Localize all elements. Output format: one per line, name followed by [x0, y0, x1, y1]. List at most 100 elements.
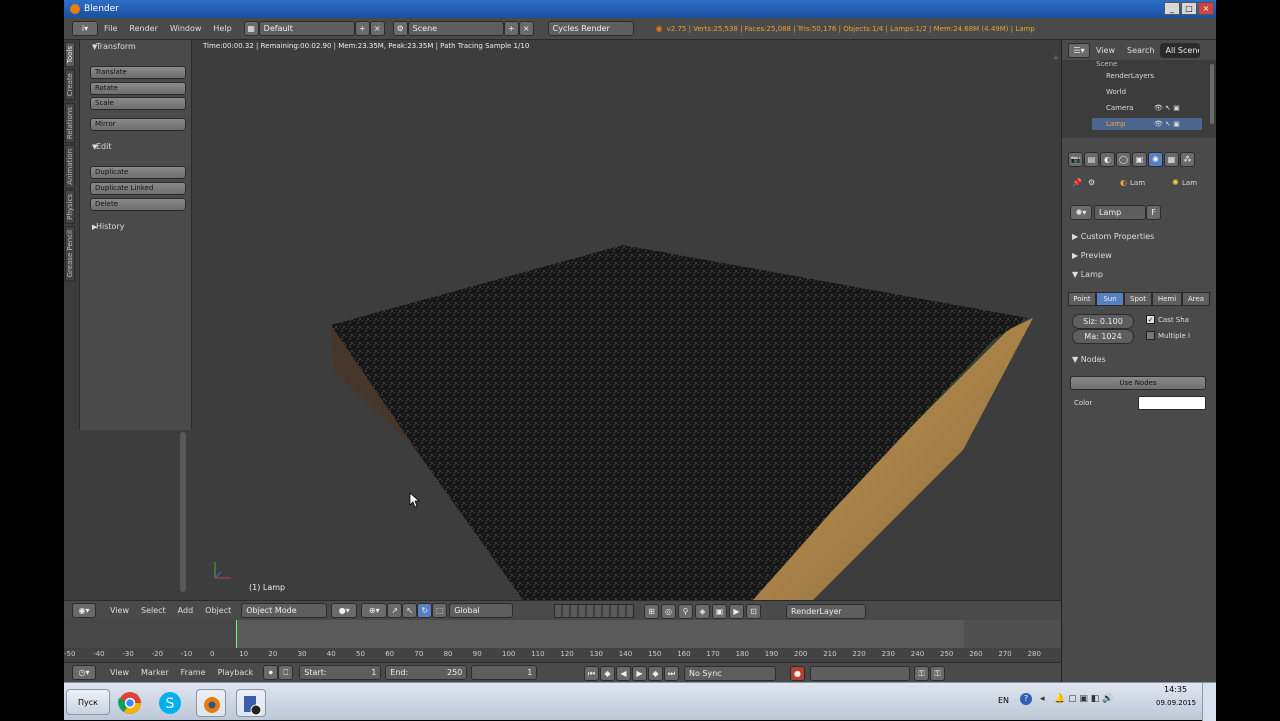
screen-layout-icon[interactable]: ▦ — [243, 21, 259, 36]
orientation-select[interactable]: Global — [449, 603, 514, 618]
edit-panel-header[interactable]: Edit — [88, 142, 188, 151]
lamp-datablock-browse[interactable]: ✺▾ — [1070, 205, 1092, 220]
chrome-taskbar-icon[interactable] — [116, 689, 146, 717]
sync-select[interactable]: No Sync — [684, 666, 776, 681]
lamp-type-spot[interactable]: Spot — [1124, 292, 1152, 306]
outliner-display-select[interactable]: All Scenes — [1160, 42, 1201, 58]
jump-end-button[interactable]: ⏭ — [664, 666, 679, 681]
snap-element-icon[interactable]: ◈ — [695, 604, 710, 619]
blender-taskbar-icon[interactable] — [196, 689, 226, 717]
jump-start-button[interactable]: ⏮ — [584, 666, 599, 681]
tab-relations[interactable]: Relations — [65, 102, 75, 143]
duplicate-linked-button[interactable]: Duplicate Linked — [90, 182, 186, 195]
tab-tools[interactable]: Tools — [65, 42, 75, 68]
lock-layer-icon[interactable]: ⊞ — [644, 604, 659, 619]
timeline-ruler[interactable]: -50 -40 -30 -20 -10 0 10 20 30 40 50 60 70 80 90 100 110… — [64, 648, 1064, 662]
mirror-button[interactable]: Mirror — [90, 118, 186, 131]
view3d-editor-type-button[interactable]: ◉▾ — [72, 603, 96, 618]
timeline-menu-frame[interactable]: Frame — [181, 668, 206, 677]
lamp-data-props-icon[interactable]: ✺ — [1148, 151, 1163, 167]
editor-type-button[interactable]: i▾ — [72, 21, 98, 36]
proportional-edit-icon[interactable]: ◎ — [661, 604, 676, 619]
scene-add-button[interactable]: + — [503, 21, 519, 36]
lamp-size-field[interactable]: Siz: 0.100 — [1072, 314, 1134, 329]
world-props-icon[interactable]: ◯ — [1116, 151, 1131, 167]
max-bounces-field[interactable]: Ma: 1024 — [1072, 329, 1134, 344]
menu-window[interactable]: Window — [170, 24, 202, 33]
scene-props-icon[interactable]: ◐ — [1100, 151, 1115, 167]
3d-viewport[interactable]: Time:00:00.32 | Remaining:00:02.90 | Mem… — [193, 40, 1061, 600]
start-frame-field[interactable]: Start: 1 — [299, 665, 382, 680]
render-anim-icon[interactable]: ▶ — [729, 604, 744, 619]
viewport-shading-select[interactable]: ●▾ — [331, 603, 358, 618]
clock-time[interactable]: 14:35 — [1164, 685, 1187, 694]
rotate-manipulator[interactable]: ↻ — [417, 603, 433, 618]
show-desktop-button[interactable] — [1202, 683, 1216, 721]
render-engine-select[interactable]: Cycles Render — [547, 21, 634, 36]
layer-toggle-icon[interactable]: ⊡ — [746, 604, 761, 619]
menu-file[interactable]: File — [104, 24, 117, 33]
lamp-type-sun[interactable]: Sun — [1096, 292, 1124, 306]
recorder-taskbar-icon[interactable] — [236, 689, 266, 717]
cast-shadow-checkbox[interactable]: ✓ — [1146, 315, 1155, 324]
scene-remove-button[interactable]: × — [518, 21, 534, 36]
translate-manipulator[interactable]: ↖ — [402, 603, 418, 618]
clock-date[interactable]: 09.09.2015 — [1156, 699, 1196, 707]
scale-button[interactable]: Scale — [90, 97, 186, 110]
play-reverse-button[interactable]: ◀ — [616, 666, 631, 681]
rotate-button[interactable]: Rotate — [90, 82, 186, 95]
nodes-panel[interactable]: ▼ Nodes — [1072, 355, 1106, 364]
outliner-menu-search[interactable]: Search — [1127, 46, 1154, 55]
language-indicator[interactable]: EN — [998, 696, 1009, 705]
layer-buttons[interactable] — [554, 604, 634, 618]
minimize-button[interactable]: _ — [1164, 2, 1180, 15]
lamp-type-hemi[interactable]: Hemi — [1152, 292, 1182, 306]
outliner-menu-view[interactable]: View — [1096, 46, 1115, 55]
layer-props-icon[interactable]: ▤ — [1084, 151, 1099, 167]
timeline-area[interactable]: -50 -40 -30 -20 -10 0 10 20 30 40 50 60 70 80 90 100 110… — [64, 620, 1064, 662]
pivot-select[interactable]: ⊕▾ — [361, 603, 388, 618]
lamp-visibility-icon[interactable]: 👁 ↖ ▣ — [1154, 120, 1180, 128]
tab-create[interactable]: Create — [65, 69, 75, 101]
outliner-item-camera[interactable]: Camera — [1106, 104, 1133, 112]
screen-add-button[interactable]: + — [354, 21, 370, 36]
tab-grease-pencil[interactable]: Grease Pencil — [65, 226, 75, 282]
tab-physics[interactable]: Physics — [65, 190, 75, 225]
delete-keyframe-button[interactable]: ⚿ — [930, 666, 945, 681]
lamp-fake-user-button[interactable]: F — [1146, 205, 1161, 220]
play-button[interactable]: ▶ — [632, 666, 647, 681]
menu-render[interactable]: Render — [129, 24, 157, 33]
skype-taskbar-icon[interactable]: S — [156, 689, 186, 717]
lamp-panel[interactable]: ▼ Lamp — [1072, 270, 1103, 279]
insert-keyframe-button[interactable]: ⚿ — [914, 666, 929, 681]
lamp-type-area[interactable]: Area — [1182, 292, 1210, 306]
outliner-scrollbar[interactable] — [1210, 64, 1214, 124]
scale-manipulator[interactable]: ⬚ — [432, 603, 448, 618]
lamp-datablock-name[interactable]: Lamp — [1094, 205, 1146, 220]
outliner-editor-type-button[interactable]: ☰▾ — [1068, 42, 1090, 58]
maximize-button[interactable]: □ — [1181, 2, 1197, 15]
tab-animation[interactable]: Animation — [65, 144, 75, 189]
delete-button[interactable]: Delete — [90, 198, 186, 211]
preview-range-toggle[interactable]: ⏺ — [263, 665, 279, 680]
scene-field[interactable]: Scene — [407, 21, 504, 36]
next-keyframe-button[interactable]: ◆ — [648, 666, 663, 681]
scene-icon[interactable]: ⚙ — [392, 21, 408, 36]
outliner-item-scene[interactable]: Scene — [1096, 60, 1117, 68]
camera-visibility-icon[interactable]: 👁 ↖ ▣ — [1154, 104, 1180, 112]
timeline-menu-marker[interactable]: Marker — [141, 668, 169, 677]
timeline-menu-playback[interactable]: Playback — [218, 668, 254, 677]
auto-keying-button[interactable]: ● — [790, 666, 805, 681]
pin-icon[interactable]: 📌 — [1072, 178, 1082, 187]
help-tray-icon[interactable]: ? — [1020, 693, 1032, 705]
end-frame-field[interactable]: End: 250 — [385, 665, 468, 680]
tray-icons[interactable]: 🔔 ▢ ▣ ◧ 🔊 — [1054, 694, 1113, 704]
lock-range-toggle[interactable]: ⎕ — [278, 665, 294, 680]
lamp-color-swatch[interactable] — [1138, 396, 1206, 410]
texture-props-icon[interactable]: ▦ — [1164, 151, 1179, 167]
translate-button[interactable]: Translate — [90, 66, 186, 79]
start-button[interactable]: Пуск — [66, 689, 110, 715]
menu-help[interactable]: Help — [213, 24, 231, 33]
outliner-item-lamp[interactable]: Lamp — [1106, 120, 1125, 128]
mode-select[interactable]: Object Mode — [241, 603, 328, 618]
